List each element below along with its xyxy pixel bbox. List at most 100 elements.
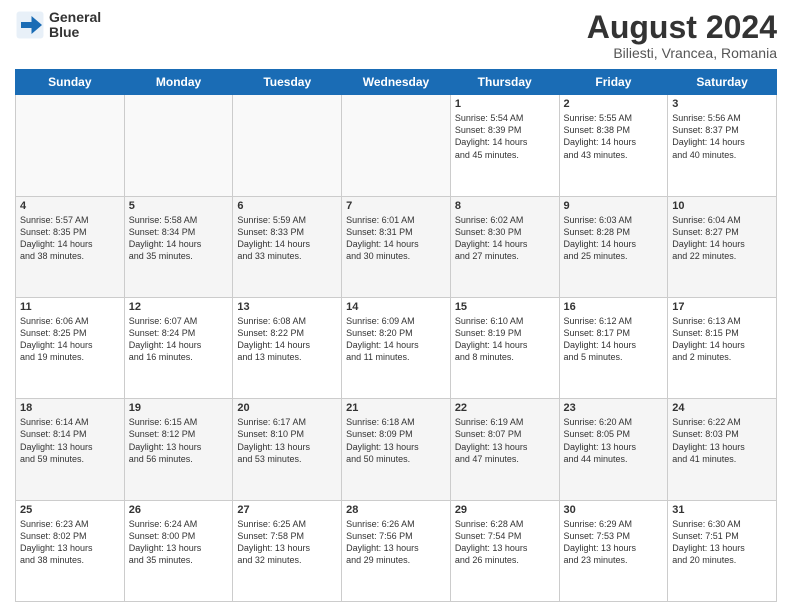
calendar-cell: 6 Sunrise: 5:59 AM Sunset: 8:33 PM Daylig… [233, 196, 342, 297]
day-number: 25 [20, 504, 120, 516]
calendar-cell: 22 Sunrise: 6:19 AM Sunset: 8:07 PM Dayli… [450, 399, 559, 500]
calendar-cell: 21Sunrise: 6:18 AM Sunset: 8:09 PM Dayli… [342, 399, 451, 500]
day-number: 13 [237, 301, 337, 313]
day-header-thursday: Thursday [450, 70, 559, 95]
day-info: Sunrise: 6:12 AM Sunset: 8:17 PM Dayligh… [564, 315, 664, 364]
day-info: Sunrise: 6:18 AM Sunset: 8:09 PM Dayligh… [346, 416, 446, 465]
day-number: 10 [672, 200, 772, 212]
calendar-cell: 30 Sunrise: 6:29 AM Sunset: 7:53 PM Dayli… [559, 500, 668, 601]
day-info: Sunrise: 5:56 AM Sunset: 8:37 PM Dayligh… [672, 112, 772, 161]
day-info: Sunrise: 6:28 AM Sunset: 7:54 PM Dayligh… [455, 518, 555, 567]
day-number: 22 [455, 402, 555, 414]
calendar-cell: 11Sunrise: 6:06 AM Sunset: 8:25 PM Dayli… [16, 297, 125, 398]
calendar-cell: 2 Sunrise: 5:55 AM Sunset: 8:38 PM Daylig… [559, 95, 668, 196]
day-info: Sunrise: 6:22 AM Sunset: 8:03 PM Dayligh… [672, 416, 772, 465]
day-info: Sunrise: 6:08 AM Sunset: 8:22 PM Dayligh… [237, 315, 337, 364]
logo-line2: Blue [49, 25, 101, 40]
calendar-header-row: SundayMondayTuesdayWednesdayThursdayFrid… [16, 70, 777, 95]
calendar-cell: 8Sunrise: 6:02 AM Sunset: 8:30 PM Daylig… [450, 196, 559, 297]
logo-line1: General [49, 10, 101, 25]
day-number: 15 [455, 301, 555, 313]
day-info: Sunrise: 6:14 AM Sunset: 8:14 PM Dayligh… [20, 416, 120, 465]
calendar-cell: 7Sunrise: 6:01 AM Sunset: 8:31 PM Daylig… [342, 196, 451, 297]
day-number: 4 [20, 200, 120, 212]
day-info: Sunrise: 5:58 AM Sunset: 8:34 PM Dayligh… [129, 214, 229, 263]
day-info: Sunrise: 6:13 AM Sunset: 8:15 PM Dayligh… [672, 315, 772, 364]
calendar-week-1: 1 Sunrise: 5:54 AM Sunset: 8:39 PM Daylig… [16, 95, 777, 196]
calendar-week-5: 25 Sunrise: 6:23 AM Sunset: 8:02 PM Dayli… [16, 500, 777, 601]
day-header-wednesday: Wednesday [342, 70, 451, 95]
calendar-cell: 19 Sunrise: 6:15 AM Sunset: 8:12 PM Dayli… [124, 399, 233, 500]
calendar-cell: 26 Sunrise: 6:24 AM Sunset: 8:00 PM Dayli… [124, 500, 233, 601]
calendar-cell [16, 95, 125, 196]
calendar-cell: 24Sunrise: 6:22 AM Sunset: 8:03 PM Dayli… [668, 399, 777, 500]
calendar-cell: 31Sunrise: 6:30 AM Sunset: 7:51 PM Dayli… [668, 500, 777, 601]
day-info: Sunrise: 5:54 AM Sunset: 8:39 PM Dayligh… [455, 112, 555, 161]
day-number: 11 [20, 301, 120, 313]
title-block: August 2024 Biliesti, Vrancea, Romania [587, 10, 777, 61]
calendar-cell: 23 Sunrise: 6:20 AM Sunset: 8:05 PM Dayli… [559, 399, 668, 500]
day-number: 26 [129, 504, 229, 516]
day-info: Sunrise: 6:04 AM Sunset: 8:27 PM Dayligh… [672, 214, 772, 263]
calendar-cell: 15 Sunrise: 6:10 AM Sunset: 8:19 PM Dayli… [450, 297, 559, 398]
day-number: 27 [237, 504, 337, 516]
day-info: Sunrise: 6:20 AM Sunset: 8:05 PM Dayligh… [564, 416, 664, 465]
day-info: Sunrise: 6:03 AM Sunset: 8:28 PM Dayligh… [564, 214, 664, 263]
day-number: 19 [129, 402, 229, 414]
calendar-cell: 10 Sunrise: 6:04 AM Sunset: 8:27 PM Dayli… [668, 196, 777, 297]
calendar-week-3: 11Sunrise: 6:06 AM Sunset: 8:25 PM Dayli… [16, 297, 777, 398]
day-info: Sunrise: 5:55 AM Sunset: 8:38 PM Dayligh… [564, 112, 664, 161]
day-header-sunday: Sunday [16, 70, 125, 95]
logo-icon [15, 10, 45, 40]
calendar-cell: 13 Sunrise: 6:08 AM Sunset: 8:22 PM Dayli… [233, 297, 342, 398]
calendar-cell: 28 Sunrise: 6:26 AM Sunset: 7:56 PM Dayli… [342, 500, 451, 601]
day-number: 1 [455, 98, 555, 110]
logo-text: General Blue [49, 10, 101, 41]
day-info: Sunrise: 6:15 AM Sunset: 8:12 PM Dayligh… [129, 416, 229, 465]
calendar-cell: 5 Sunrise: 5:58 AM Sunset: 8:34 PM Daylig… [124, 196, 233, 297]
day-info: Sunrise: 6:01 AM Sunset: 8:31 PM Dayligh… [346, 214, 446, 263]
calendar-cell: 25 Sunrise: 6:23 AM Sunset: 8:02 PM Dayli… [16, 500, 125, 601]
day-info: Sunrise: 6:17 AM Sunset: 8:10 PM Dayligh… [237, 416, 337, 465]
day-number: 14 [346, 301, 446, 313]
day-number: 5 [129, 200, 229, 212]
day-header-monday: Monday [124, 70, 233, 95]
calendar-cell: 17 Sunrise: 6:13 AM Sunset: 8:15 PM Dayli… [668, 297, 777, 398]
day-info: Sunrise: 6:07 AM Sunset: 8:24 PM Dayligh… [129, 315, 229, 364]
month-title: August 2024 [587, 10, 777, 45]
day-number: 6 [237, 200, 337, 212]
day-header-friday: Friday [559, 70, 668, 95]
day-number: 18 [20, 402, 120, 414]
location: Biliesti, Vrancea, Romania [587, 45, 777, 61]
calendar-cell: 29 Sunrise: 6:28 AM Sunset: 7:54 PM Dayli… [450, 500, 559, 601]
day-number: 29 [455, 504, 555, 516]
calendar-cell: 12Sunrise: 6:07 AM Sunset: 8:24 PM Dayli… [124, 297, 233, 398]
day-info: Sunrise: 6:30 AM Sunset: 7:51 PM Dayligh… [672, 518, 772, 567]
logo: General Blue [15, 10, 101, 41]
day-header-saturday: Saturday [668, 70, 777, 95]
day-info: Sunrise: 6:24 AM Sunset: 8:00 PM Dayligh… [129, 518, 229, 567]
day-info: Sunrise: 6:10 AM Sunset: 8:19 PM Dayligh… [455, 315, 555, 364]
day-info: Sunrise: 6:25 AM Sunset: 7:58 PM Dayligh… [237, 518, 337, 567]
day-number: 2 [564, 98, 664, 110]
calendar-cell: 1 Sunrise: 5:54 AM Sunset: 8:39 PM Daylig… [450, 95, 559, 196]
calendar-week-4: 18 Sunrise: 6:14 AM Sunset: 8:14 PM Dayli… [16, 399, 777, 500]
day-number: 28 [346, 504, 446, 516]
day-info: Sunrise: 6:09 AM Sunset: 8:20 PM Dayligh… [346, 315, 446, 364]
day-number: 9 [564, 200, 664, 212]
day-info: Sunrise: 5:59 AM Sunset: 8:33 PM Dayligh… [237, 214, 337, 263]
day-info: Sunrise: 6:19 AM Sunset: 8:07 PM Dayligh… [455, 416, 555, 465]
day-number: 23 [564, 402, 664, 414]
day-number: 17 [672, 301, 772, 313]
day-header-tuesday: Tuesday [233, 70, 342, 95]
calendar-cell: 4 Sunrise: 5:57 AM Sunset: 8:35 PM Daylig… [16, 196, 125, 297]
header: General Blue August 2024 Biliesti, Vranc… [15, 10, 777, 61]
day-info: Sunrise: 6:23 AM Sunset: 8:02 PM Dayligh… [20, 518, 120, 567]
day-info: Sunrise: 5:57 AM Sunset: 8:35 PM Dayligh… [20, 214, 120, 263]
day-info: Sunrise: 6:26 AM Sunset: 7:56 PM Dayligh… [346, 518, 446, 567]
day-number: 8 [455, 200, 555, 212]
calendar-cell [342, 95, 451, 196]
day-number: 30 [564, 504, 664, 516]
day-info: Sunrise: 6:29 AM Sunset: 7:53 PM Dayligh… [564, 518, 664, 567]
day-number: 3 [672, 98, 772, 110]
